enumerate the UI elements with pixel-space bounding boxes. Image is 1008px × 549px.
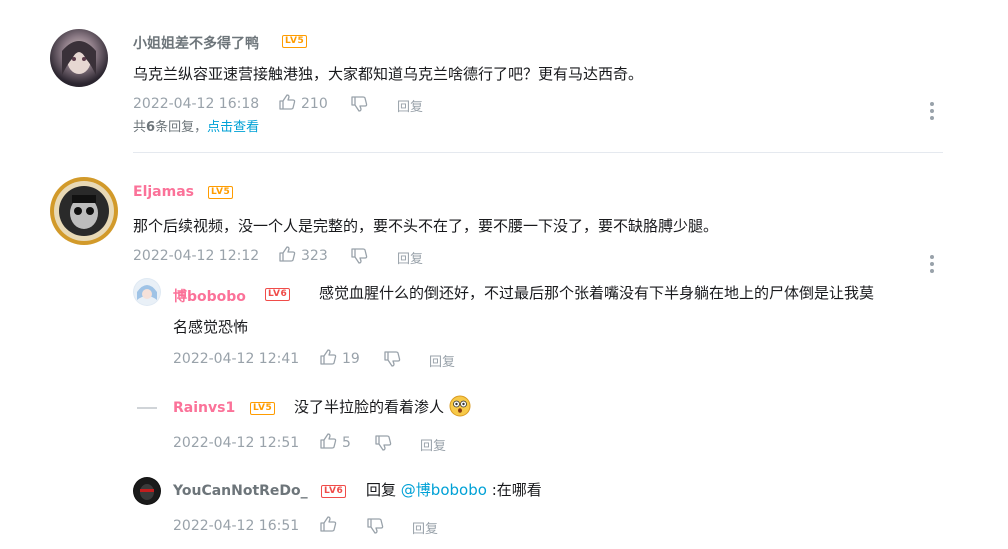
avatar[interactable] xyxy=(50,177,118,245)
timestamp: 2022-04-12 12:41 xyxy=(173,351,300,367)
reply-text-continued: 名感觉恐怖 xyxy=(173,318,249,336)
mention-link[interactable]: @博bobobo xyxy=(401,481,487,499)
like-count: 5 xyxy=(342,435,351,451)
view-replies-link[interactable]: 点击查看 xyxy=(207,120,259,135)
username[interactable]: YouCanNotReDo_ xyxy=(173,483,308,499)
username[interactable]: 博bobobo xyxy=(173,286,246,306)
avatar[interactable] xyxy=(133,394,161,422)
avatar-image xyxy=(137,407,157,409)
reply-prefix: 回复 xyxy=(366,481,397,499)
avatar[interactable] xyxy=(50,29,108,87)
replies-summary: 共6条回复，点击查看 xyxy=(133,116,259,135)
like-count: 19 xyxy=(342,351,360,367)
timestamp: 2022-04-12 12:12 xyxy=(133,248,260,264)
reply-text: 没了半拉脸的看着渗人 xyxy=(294,391,471,423)
reply-button[interactable]: 回复 xyxy=(429,351,455,370)
comment-divider xyxy=(133,152,943,153)
thumbs-down-icon[interactable] xyxy=(350,247,368,265)
more-options-icon[interactable] xyxy=(930,255,934,276)
replies-count: 6 xyxy=(146,120,156,135)
level-badge: LV6 xyxy=(265,288,291,301)
comment-text: 那个后续视频，没一个人是完整的，要不头不在了，要不腰一下没了，要不缺胳膊少腿。 xyxy=(133,217,719,235)
thumbs-down-icon[interactable] xyxy=(383,350,401,368)
username[interactable]: 小姐姐差不多得了鸭 xyxy=(133,33,259,53)
thumbs-up-icon[interactable] xyxy=(319,515,337,533)
reply-button[interactable]: 回复 xyxy=(420,435,446,454)
replies-summary-suffix: 条回复， xyxy=(155,120,208,135)
avatar-image xyxy=(54,181,114,241)
thumbs-down-icon[interactable] xyxy=(374,434,392,452)
thumbs-down-icon[interactable] xyxy=(350,95,368,113)
avatar-image xyxy=(134,478,160,504)
thumbs-up-icon[interactable] xyxy=(278,245,296,263)
reply-text-body: :在哪看 xyxy=(491,481,542,499)
username[interactable]: Rainvs1 xyxy=(173,400,235,416)
level-badge: LV6 xyxy=(321,485,347,498)
reply-button[interactable]: 回复 xyxy=(397,248,423,267)
level-badge: LV5 xyxy=(250,402,276,415)
shocked-emoji-icon xyxy=(449,395,471,417)
avatar[interactable] xyxy=(133,477,161,505)
thumbs-up-icon[interactable] xyxy=(319,432,337,450)
more-options-icon[interactable] xyxy=(930,102,934,123)
username[interactable]: Eljamas xyxy=(133,184,194,200)
timestamp: 2022-04-12 16:51 xyxy=(173,518,300,534)
avatar[interactable] xyxy=(133,278,161,306)
reply-button[interactable]: 回复 xyxy=(397,96,423,115)
comment-text: 乌克兰纵容亚速营接触港独，大家都知道乌克兰啥德行了吧？更有马达西奇。 xyxy=(133,65,644,83)
reply-text: 感觉血腥什么的倒还好，不过最后那个张着嘴没有下半身躺在地上的尸体倒是让我莫 xyxy=(319,284,875,302)
replies-summary-prefix: 共 xyxy=(133,120,147,135)
level-badge: LV5 xyxy=(282,35,308,48)
avatar-image xyxy=(62,41,96,75)
reply-text: 回复 @博bobobo :在哪看 xyxy=(366,474,542,506)
reply-button[interactable]: 回复 xyxy=(412,518,438,537)
like-count: 323 xyxy=(301,248,328,264)
timestamp: 2022-04-12 12:51 xyxy=(173,435,300,451)
level-badge: LV5 xyxy=(208,186,234,199)
avatar-image xyxy=(134,279,160,305)
timestamp: 2022-04-12 16:18 xyxy=(133,96,260,112)
thumbs-down-icon[interactable] xyxy=(366,517,384,535)
thumbs-up-icon[interactable] xyxy=(319,348,337,366)
like-count: 210 xyxy=(301,96,328,112)
thumbs-up-icon[interactable] xyxy=(278,93,296,111)
reply-text-body: 没了半拉脸的看着渗人 xyxy=(294,398,445,416)
